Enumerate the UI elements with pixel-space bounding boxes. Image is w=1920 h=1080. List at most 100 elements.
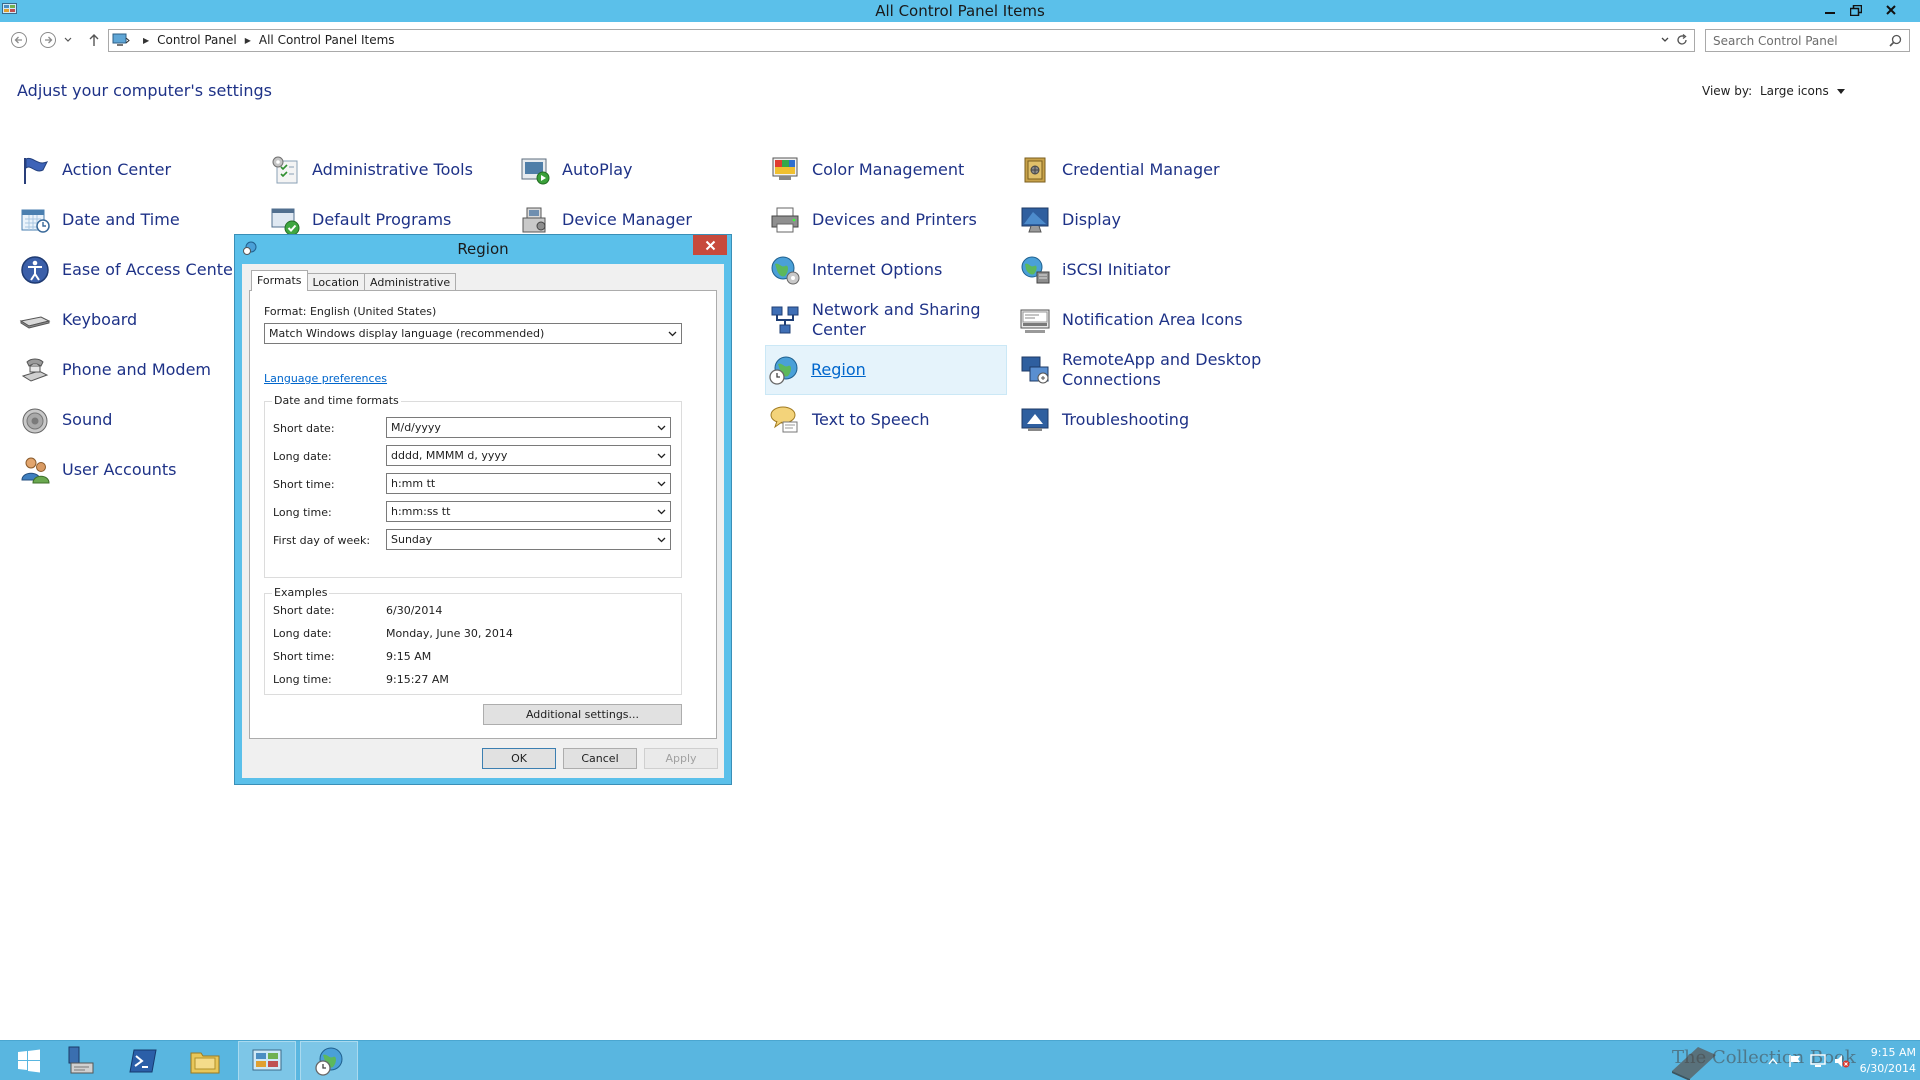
dialog-body: Formats Location Administrative Format: … bbox=[242, 264, 724, 778]
cp-item-region[interactable]: Region bbox=[765, 345, 1007, 395]
dialog-close-button[interactable] bbox=[693, 235, 727, 255]
address-dropdown-icon[interactable] bbox=[1660, 34, 1670, 46]
long-time-value: h:mm:ss tt bbox=[391, 505, 451, 518]
recent-locations-button[interactable] bbox=[62, 30, 74, 50]
globe-settings-icon bbox=[771, 256, 800, 285]
example-long-date-value: Monday, June 30, 2014 bbox=[386, 627, 513, 640]
network-tray-icon[interactable] bbox=[1810, 1054, 1826, 1068]
tab-formats[interactable]: Formats bbox=[251, 270, 308, 291]
format-label: Format: English (United States) bbox=[264, 305, 437, 318]
format-select[interactable]: Match Windows display language (recommen… bbox=[264, 323, 682, 344]
show-hidden-icons-icon[interactable] bbox=[1768, 1057, 1778, 1065]
address-bar[interactable]: ▶ Control Panel ▶ All Control Panel Item… bbox=[108, 29, 1695, 52]
breadcrumb: ▶ Control Panel ▶ All Control Panel Item… bbox=[135, 33, 395, 47]
breadcrumb-control-panel[interactable]: Control Panel bbox=[157, 33, 237, 47]
forward-button[interactable] bbox=[38, 30, 58, 50]
apply-button[interactable]: Apply bbox=[644, 748, 718, 769]
taskbar-control-panel[interactable] bbox=[238, 1041, 296, 1080]
cp-item-phone-and-modem[interactable]: Phone and Modem bbox=[17, 350, 247, 390]
clock-time: 9:15 AM bbox=[1870, 1046, 1916, 1059]
cp-item-devices-and-printers[interactable]: Devices and Printers bbox=[767, 200, 997, 240]
cp-item-action-center[interactable]: Action Center bbox=[17, 150, 247, 190]
short-time-select[interactable]: h:mm tt bbox=[386, 473, 671, 494]
additional-settings-button[interactable]: Additional settings... bbox=[483, 704, 682, 725]
up-arrow-icon bbox=[89, 34, 99, 46]
examples-group: Examples Short date: 6/30/2014 Long date… bbox=[264, 586, 682, 695]
clock[interactable]: 9:15 AM 6/30/2014 bbox=[1840, 1045, 1916, 1077]
long-date-select[interactable]: dddd, MMMM d, yyyy bbox=[386, 445, 671, 466]
cp-item-iscsi-initiator[interactable]: iSCSI Initiator bbox=[1017, 250, 1247, 290]
cp-item-troubleshooting[interactable]: Troubleshooting bbox=[1017, 400, 1247, 440]
cp-item-label: Devices and Printers bbox=[812, 210, 977, 229]
device-manager-icon bbox=[522, 207, 546, 233]
tab-location[interactable]: Location bbox=[306, 273, 366, 291]
cp-item-network-and-sharing-center[interactable]: Network and Sharing Center bbox=[767, 300, 1007, 340]
long-date-label: Long date: bbox=[273, 450, 332, 463]
breadcrumb-all-items[interactable]: All Control Panel Items bbox=[259, 33, 395, 47]
long-time-select[interactable]: h:mm:ss tt bbox=[386, 501, 671, 522]
ease-of-access-icon bbox=[21, 256, 49, 284]
cp-item-label: Administrative Tools bbox=[312, 160, 473, 179]
taskbar-file-explorer[interactable] bbox=[176, 1041, 234, 1080]
printer-icon bbox=[771, 207, 799, 233]
cp-item-notification-area-icons[interactable]: Notification Area Icons bbox=[1017, 300, 1247, 340]
cp-item-date-and-time[interactable]: Date and Time bbox=[17, 200, 247, 240]
search-icon[interactable] bbox=[1889, 34, 1902, 47]
clock-date: 6/30/2014 bbox=[1859, 1062, 1916, 1075]
close-button[interactable] bbox=[1869, 0, 1913, 20]
cp-item-remoteapp-and-desktop-connections[interactable]: RemoteApp and Desktop Connections bbox=[1017, 350, 1267, 390]
credential-vault-icon bbox=[1024, 157, 1046, 183]
cp-item-text-to-speech[interactable]: Text to Speech bbox=[767, 400, 997, 440]
close-icon bbox=[1886, 5, 1896, 15]
view-by-dropdown[interactable]: Large icons bbox=[1760, 84, 1845, 98]
cp-item-keyboard[interactable]: Keyboard bbox=[17, 300, 247, 340]
close-icon bbox=[705, 240, 715, 250]
cp-item-label: Phone and Modem bbox=[62, 360, 212, 379]
taskbar: The Collection Book 9:15 AM 6/30/2014 bbox=[0, 1040, 1920, 1080]
taskbar-region[interactable] bbox=[300, 1041, 358, 1080]
short-time-label: Short time: bbox=[273, 478, 335, 491]
cancel-button[interactable]: Cancel bbox=[563, 748, 637, 769]
ok-button[interactable]: OK bbox=[482, 748, 556, 769]
cp-item-ease-of-access-center[interactable]: Ease of Access Center bbox=[17, 250, 247, 290]
cp-item-user-accounts[interactable]: User Accounts bbox=[17, 450, 247, 490]
tab-administrative[interactable]: Administrative bbox=[364, 273, 457, 291]
language-preferences-link[interactable]: Language preferences bbox=[264, 372, 387, 385]
taskbar-powershell[interactable] bbox=[114, 1041, 172, 1080]
refresh-icon[interactable] bbox=[1675, 33, 1689, 47]
cp-item-administrative-tools[interactable]: Administrative Tools bbox=[267, 150, 497, 190]
powershell-icon bbox=[129, 1049, 157, 1073]
cp-item-sound[interactable]: Sound bbox=[17, 400, 247, 440]
cp-item-display[interactable]: Display bbox=[1017, 200, 1247, 240]
examples-title: Examples bbox=[272, 586, 330, 599]
cp-item-autoplay[interactable]: AutoPlay bbox=[517, 150, 747, 190]
short-date-value: M/d/yyyy bbox=[391, 421, 441, 434]
short-date-label: Short date: bbox=[273, 422, 335, 435]
taskbar-server-manager[interactable] bbox=[52, 1041, 110, 1080]
back-button[interactable] bbox=[9, 30, 29, 50]
start-button[interactable] bbox=[0, 1041, 58, 1080]
cp-item-label: Sound bbox=[62, 410, 113, 429]
example-short-date-value: 6/30/2014 bbox=[386, 604, 443, 617]
system-tray bbox=[1768, 1041, 1850, 1080]
minimize-button[interactable] bbox=[1817, 0, 1843, 20]
keyboard-icon bbox=[19, 316, 51, 329]
cp-item-label: Display bbox=[1062, 210, 1121, 229]
chevron-down-icon bbox=[668, 331, 677, 337]
search-input[interactable]: Search Control Panel bbox=[1705, 29, 1910, 52]
first-day-of-week-value: Sunday bbox=[391, 533, 433, 546]
cp-item-credential-manager[interactable]: Credential Manager bbox=[1017, 150, 1247, 190]
users-icon bbox=[21, 457, 50, 484]
cp-item-color-management[interactable]: Color Management bbox=[767, 150, 997, 190]
cp-item-label: User Accounts bbox=[62, 460, 177, 479]
chevron-down-icon bbox=[657, 481, 666, 487]
restore-button[interactable] bbox=[1843, 0, 1869, 20]
cp-item-internet-options[interactable]: Internet Options bbox=[767, 250, 997, 290]
short-date-select[interactable]: M/d/yyyy bbox=[386, 417, 671, 438]
up-button[interactable] bbox=[84, 30, 104, 50]
region-globe-icon bbox=[315, 1047, 343, 1076]
view-by-label: View by: bbox=[1702, 84, 1753, 98]
first-day-of-week-select[interactable]: Sunday bbox=[386, 529, 671, 550]
cp-item-label: Color Management bbox=[812, 160, 965, 179]
flag-icon[interactable] bbox=[1788, 1054, 1802, 1068]
